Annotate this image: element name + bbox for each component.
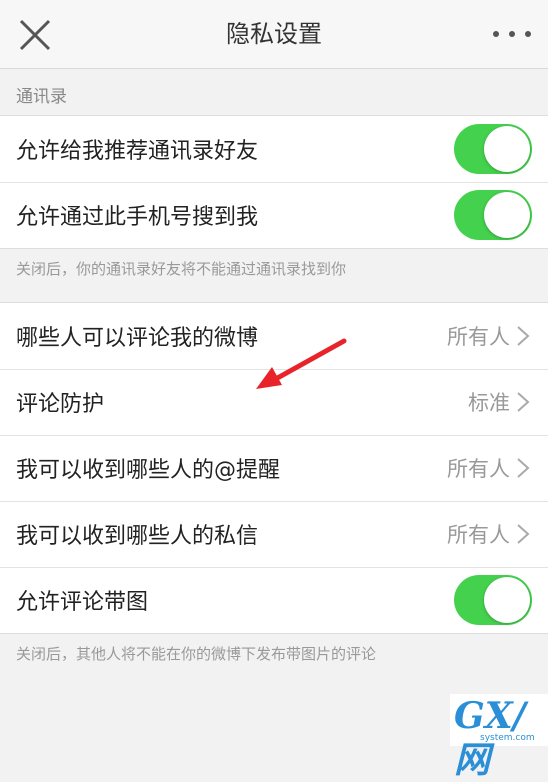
contacts-group: 允许给我推荐通讯录好友 允许通过此手机号搜到我 — [0, 115, 548, 249]
header-bar: 隐私设置 — [0, 0, 548, 69]
more-button[interactable] — [490, 22, 534, 46]
toggle-knob — [484, 126, 530, 172]
toggle-knob — [484, 192, 530, 238]
row-label: 允许通过此手机号搜到我 — [16, 205, 259, 230]
row-label: 我可以收到哪些人的私信 — [16, 524, 259, 549]
watermark: GX/网 system.com — [450, 694, 548, 781]
row-value: 所有人 — [447, 325, 510, 349]
image-comment-toggle[interactable] — [454, 575, 532, 625]
row-label: 哪些人可以评论我的微博 — [16, 326, 259, 351]
recommend-contacts-row[interactable]: 允许给我推荐通讯录好友 — [0, 116, 548, 182]
recommend-contacts-toggle[interactable] — [454, 124, 532, 174]
page-title: 隐私设置 — [226, 20, 322, 48]
row-label: 评论防护 — [16, 392, 105, 417]
chevron-right-icon — [517, 524, 530, 544]
chevron-right-icon — [517, 392, 530, 412]
private-messages-row[interactable]: 我可以收到哪些人的私信 所有人 — [0, 501, 548, 567]
mention-alerts-row[interactable]: 我可以收到哪些人的@提醒 所有人 — [0, 435, 548, 501]
chevron-right-icon — [517, 458, 530, 478]
row-value: 所有人 — [447, 523, 510, 547]
search-by-phone-row[interactable]: 允许通过此手机号搜到我 — [0, 182, 548, 248]
toggle-knob — [484, 577, 530, 623]
watermark-url: system.com — [480, 733, 535, 743]
row-value: 所有人 — [447, 457, 510, 481]
more-dots-icon — [493, 31, 531, 37]
contacts-note: 关闭后，你的通讯录好友将不能通过通讯录找到你 — [16, 260, 347, 278]
row-label: 允许评论带图 — [16, 590, 149, 615]
image-comment-note: 关闭后，其他人将不能在你的微博下发布带图片的评论 — [16, 645, 377, 663]
row-value: 标准 — [468, 391, 510, 415]
row-label: 我可以收到哪些人的@提醒 — [16, 458, 281, 483]
chevron-right-icon — [517, 326, 530, 346]
who-can-comment-row[interactable]: 哪些人可以评论我的微博 所有人 — [0, 303, 548, 369]
comment-protection-row[interactable]: 评论防护 标准 — [0, 369, 548, 435]
interaction-group: 哪些人可以评论我的微博 所有人 评论防护 标准 我可以收到哪些人的@提醒 所有人… — [0, 302, 548, 634]
contacts-section-label: 通讯录 — [16, 87, 67, 107]
row-label: 允许给我推荐通讯录好友 — [16, 139, 259, 164]
search-by-phone-toggle[interactable] — [454, 190, 532, 240]
image-comment-row[interactable]: 允许评论带图 — [0, 567, 548, 633]
